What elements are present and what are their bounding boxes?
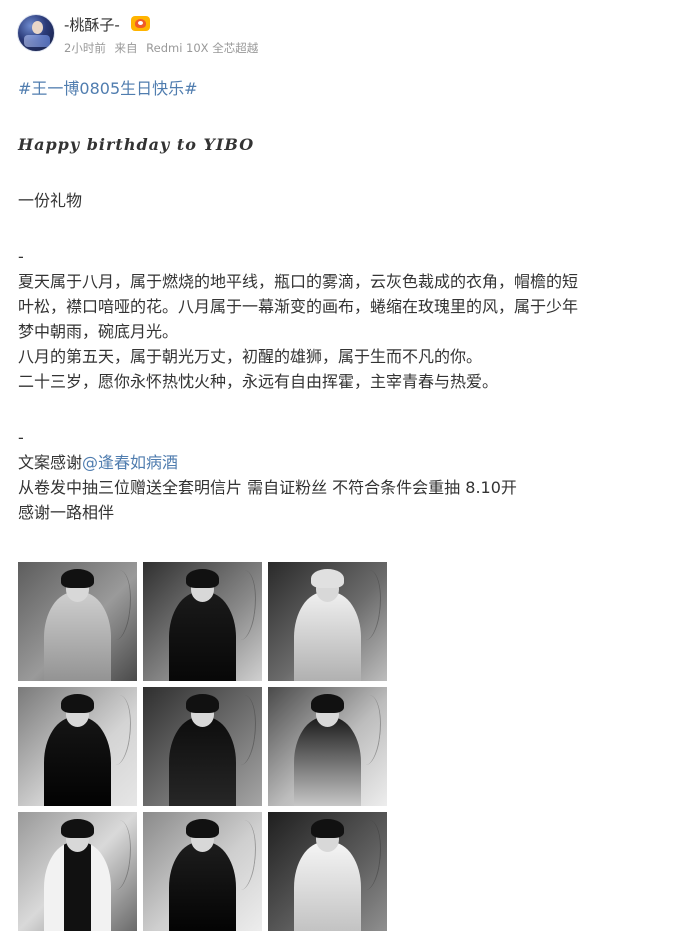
paragraph-line: 夏天属于八月，属于燃烧的地平线，瓶口的雾滴，云灰色裁成的衣角，帽檐的短	[18, 272, 579, 291]
post-image-4[interactable]	[18, 687, 137, 806]
post-image-8[interactable]	[143, 812, 262, 931]
post-image-2[interactable]	[143, 562, 262, 681]
credit-prefix: 文案感谢	[18, 453, 83, 472]
figure-body	[44, 841, 111, 931]
post-content: #王一博0805生日快乐# Happy birthday to YIBO 一份礼…	[18, 76, 678, 525]
figure-body	[169, 716, 236, 806]
author-name[interactable]: -桃酥子-	[64, 14, 120, 35]
figure-body	[44, 591, 111, 681]
english-greeting: Happy birthday to YIBO	[18, 135, 255, 154]
post-image-7[interactable]	[18, 812, 137, 931]
figure-body	[294, 716, 361, 806]
figure-hair	[310, 694, 345, 714]
avatar-glow	[24, 35, 50, 47]
figure-body	[294, 591, 361, 681]
author-avatar[interactable]	[17, 14, 55, 52]
vip-crown-icon[interactable]	[131, 16, 150, 31]
figure-hair	[60, 819, 95, 839]
post-image-1[interactable]	[18, 562, 137, 681]
figure-body	[44, 716, 111, 806]
post-image-3[interactable]	[268, 562, 387, 681]
image-grid	[18, 562, 387, 931]
post-time[interactable]: 2小时前	[64, 41, 106, 55]
post-image-9[interactable]	[268, 812, 387, 931]
paragraph-line: 叶松，襟口喑哑的花。八月属于一幕渐变的画布，蜷缩在玫瑰里的风，属于少年	[18, 297, 579, 316]
figure-hair	[310, 819, 345, 839]
thanks-line: 感谢一路相伴	[18, 503, 115, 522]
figure-body	[294, 841, 361, 931]
figure-hair	[60, 569, 95, 589]
credit-mention-link[interactable]: @逢春如病酒	[82, 453, 178, 472]
avatar-head	[32, 21, 43, 34]
figure-hair	[185, 569, 220, 589]
paragraph-line: 二十三岁，愿你永怀热忱火种，永远有自由挥霍，主宰青春与热爱。	[18, 372, 499, 391]
post-image-6[interactable]	[268, 687, 387, 806]
figure-hair	[60, 694, 95, 714]
separator: -	[18, 428, 24, 447]
giveaway-line: 从卷发中抽三位赠送全套明信片 需自证粉丝 不符合条件会重抽 8.10开	[18, 478, 517, 497]
gift-line: 一份礼物	[18, 191, 83, 210]
figure-hair	[310, 569, 345, 589]
credit-line: 文案感谢@逢春如病酒	[18, 450, 678, 475]
figure-body	[169, 591, 236, 681]
source-prefix: 来自	[114, 41, 138, 55]
paragraph-line: 八月的第五天，属于朝光万丈，初醒的雄狮，属于生而不凡的你。	[18, 347, 483, 366]
post-image-5[interactable]	[143, 687, 262, 806]
figure-hair	[185, 694, 220, 714]
paragraph-line: 梦中朝雨，碗底月光。	[18, 322, 179, 341]
post-source[interactable]: Redmi 10X 全芯超越	[146, 41, 258, 55]
figure-body	[169, 841, 236, 931]
post-meta: 2小时前 来自 Redmi 10X 全芯超越	[64, 40, 258, 56]
hashtag-link[interactable]: #王一博0805生日快乐#	[18, 76, 678, 101]
separator: -	[18, 247, 24, 266]
figure-hair	[185, 819, 220, 839]
